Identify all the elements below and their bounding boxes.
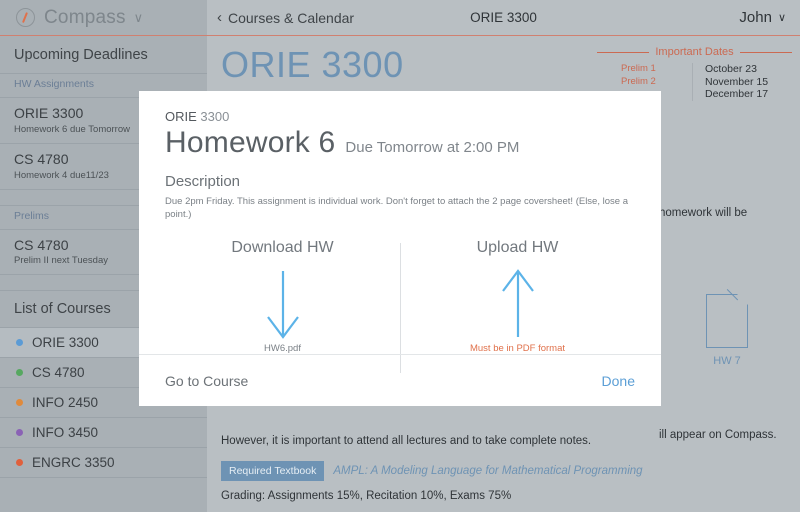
course-label: ORIE 3300 xyxy=(32,335,99,351)
course-hero-title: ORIE 3300 xyxy=(221,44,404,85)
brand-name: Compass xyxy=(44,6,126,28)
important-date-value: November 15 xyxy=(705,75,769,88)
attachment-label: HW 7 xyxy=(713,355,741,367)
important-date-value: October 23 xyxy=(705,63,757,75)
rule-right xyxy=(739,51,793,53)
download-hw-title: Download HW xyxy=(231,239,334,256)
upload-hw-panel[interactable]: Upload HW Must be in PDF format xyxy=(400,239,635,354)
user-menu-button[interactable]: John ∨ xyxy=(739,9,786,26)
arrow-down-icon[interactable] xyxy=(165,267,400,343)
upcoming-deadlines-title: Upcoming Deadlines xyxy=(14,47,148,63)
assignment-modal: ORIE 3300 Homework 6 Due Tomorrow at 2:0… xyxy=(139,91,661,406)
download-hw-panel[interactable]: Download HW HW6.pdf xyxy=(165,239,400,354)
go-to-course-button[interactable]: Go to Course xyxy=(165,373,248,389)
modal-description-heading: Description xyxy=(165,173,241,190)
back-to-courses-button[interactable]: ‹ Courses & Calendar xyxy=(217,9,354,26)
modal-action-panels: Download HW HW6.pdf Upload HW Must be in… xyxy=(165,239,635,373)
modal-course-kicker: ORIE 3300 xyxy=(165,109,635,124)
grading-line: Grading: Assignments 15%, Recitation 10%… xyxy=(221,490,512,502)
course-label: INFO 2450 xyxy=(32,395,99,411)
download-hw-caption: HW6.pdf xyxy=(264,343,301,354)
modal-inner: ORIE 3300 Homework 6 Due Tomorrow at 2:0… xyxy=(139,91,661,406)
important-date-value: December 17 xyxy=(705,88,769,100)
important-dates-values: October 23 November 15 December 17 xyxy=(693,63,768,101)
course-label: CS 4780 xyxy=(32,365,85,381)
course-label: ENGRC 3350 xyxy=(32,455,115,471)
course-color-dot xyxy=(16,429,23,437)
important-dates-heading: Important Dates xyxy=(597,46,793,58)
course-color-dot xyxy=(16,369,23,377)
modal-due-text: Due Tomorrow at 2:00 PM xyxy=(345,139,520,156)
course-color-dot xyxy=(16,459,23,467)
modal-description-body: Due 2pm Friday. This assignment is indiv… xyxy=(165,196,628,220)
important-date-name: Prelim 2 xyxy=(621,75,656,87)
modal-course-code: ORIE xyxy=(165,109,197,124)
brand-bar[interactable]: Compass ∨ xyxy=(0,0,207,36)
textbook-title[interactable]: AMPL: A Modeling Language for Mathematic… xyxy=(333,465,642,477)
course-color-dot xyxy=(16,339,23,347)
app-root: Compass ∨ Upcoming Deadlines HW Assignme… xyxy=(0,0,800,512)
sidebar-item-engrc-3350[interactable]: ENGRC 3350 xyxy=(0,447,207,477)
back-label: Courses & Calendar xyxy=(228,9,355,26)
document-icon xyxy=(706,293,749,348)
required-textbook-badge: Required Textbook xyxy=(221,461,325,481)
textbook-row: Required Textbook AMPL: A Modeling Langu… xyxy=(221,461,643,481)
modal-title: Homework 6 xyxy=(165,126,336,159)
modal-course-number: 3300 xyxy=(200,109,230,124)
course-description-line: However, it is important to attend all l… xyxy=(221,435,592,447)
sidebar-item-info-3450[interactable]: INFO 3450 xyxy=(0,417,207,447)
rule-left xyxy=(597,51,650,53)
modal-title-row: Homework 6 Due Tomorrow at 2:00 PM xyxy=(165,126,635,160)
course-description-fragment-1: homework will be xyxy=(659,207,748,219)
important-date-name: Prelim 1 xyxy=(621,63,656,74)
upload-hw-caption: Must be in PDF format xyxy=(469,343,566,354)
course-label: INFO 3450 xyxy=(32,425,99,441)
important-dates-label: Important Dates xyxy=(655,46,734,58)
chevron-left-icon: ‹ xyxy=(217,9,222,26)
attachment-hw7[interactable]: HW 7 xyxy=(701,293,753,367)
course-color-dot xyxy=(16,399,23,407)
compass-icon xyxy=(16,8,35,27)
arrow-up-icon[interactable] xyxy=(400,267,635,343)
sidebar-filler xyxy=(0,477,207,512)
topbar: ‹ Courses & Calendar ORIE 3300 John ∨ xyxy=(207,0,800,36)
chevron-down-icon[interactable]: ∨ xyxy=(134,10,144,26)
chevron-down-icon: ∨ xyxy=(777,12,786,24)
modal-footer: Go to Course Done xyxy=(139,354,661,406)
done-button[interactable]: Done xyxy=(602,373,635,389)
user-name: John xyxy=(739,9,772,26)
upload-hw-title: Upload HW xyxy=(476,239,559,256)
